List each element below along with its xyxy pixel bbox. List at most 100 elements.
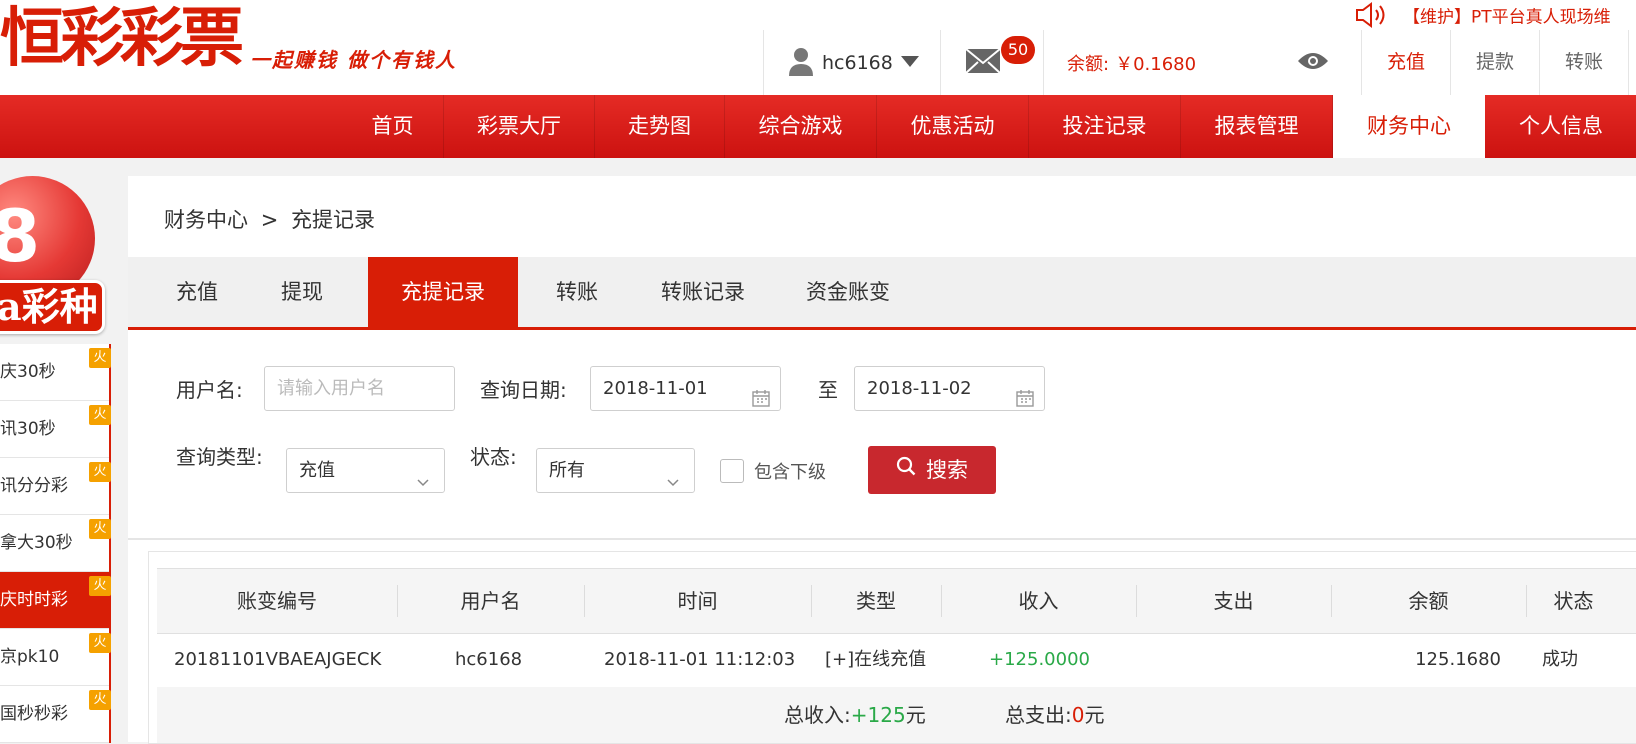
- cell-balance: 125.1680: [1415, 649, 1501, 670]
- list-item[interactable]: 讯分分彩 火: [0, 458, 111, 515]
- total-expense-unit: 元: [1084, 703, 1105, 727]
- fire-icon: 火: [89, 405, 111, 425]
- divider: [1043, 30, 1044, 95]
- main-panel: 财务中心 > 充提记录 充值 提现 充提记录 转账 转账记录 资金账变 用户名:…: [128, 176, 1636, 744]
- lottery-sidebar: 8 a彩种 庆30秒火 讯30秒火 讯分分彩火 拿大30秒火 庆时时彩火 京pk…: [0, 176, 111, 743]
- chevron-down-icon: [416, 462, 430, 505]
- finance-tabs: 充值 提现 充提记录 转账 转账记录 资金账变: [128, 257, 1636, 330]
- total-income-value: +125: [850, 703, 906, 727]
- mail-count-badge: 50: [1001, 36, 1035, 64]
- nav-lottery-hall[interactable]: 彩票大厅: [444, 95, 595, 158]
- records-table: 账变编号 用户名 时间 类型 收入 支出 余额 状态 20181101VBAEA…: [148, 551, 1636, 744]
- list-item[interactable]: 国秒秒彩 火: [0, 686, 111, 743]
- toggle-balance-button[interactable]: [1297, 30, 1329, 95]
- site-logo[interactable]: 恒彩彩票: [0, 4, 244, 74]
- search-button[interactable]: 搜索: [868, 446, 996, 494]
- username-filter-label: 用户名:: [176, 378, 243, 402]
- table-row[interactable]: 20181101VBAEAJGECK hc6168 2018-11-01 11:…: [157, 633, 1636, 687]
- nav-bet-records[interactable]: 投注记录: [1029, 95, 1181, 158]
- cell-income: +125.0000: [989, 649, 1090, 670]
- deposit-link[interactable]: 充值: [1362, 30, 1450, 95]
- col-balance: 余额: [1408, 589, 1449, 613]
- nav-finance-center[interactable]: 财务中心: [1333, 95, 1485, 158]
- divider: [128, 538, 1636, 540]
- nav-promotions[interactable]: 优惠活动: [877, 95, 1029, 158]
- user-menu[interactable]: hc6168: [788, 30, 919, 95]
- list-item[interactable]: 讯30秒 火: [0, 401, 111, 458]
- total-expense-label: 总支出:: [1005, 703, 1072, 727]
- mail-button[interactable]: [965, 30, 1001, 95]
- table-header: 账变编号 用户名 时间 类型 收入 支出 余额 状态: [157, 568, 1636, 634]
- date-to-input[interactable]: 2018-11-02: [854, 366, 1045, 411]
- calendar-icon: [1016, 380, 1034, 423]
- lottery-name: 庆时时彩: [0, 590, 68, 610]
- col-type: 类型: [856, 589, 896, 613]
- divider: [763, 30, 764, 95]
- table-summary: 总收入:+125元 总支出:0元: [157, 687, 1636, 743]
- mail-icon: [965, 47, 1001, 78]
- withdraw-link[interactable]: 提款: [1451, 30, 1539, 95]
- tab-transfer[interactable]: 转账: [528, 257, 626, 327]
- col-time: 时间: [677, 589, 718, 613]
- tab-fund-changes[interactable]: 资金账变: [783, 257, 913, 327]
- speaker-icon: [1355, 2, 1389, 33]
- nav-trend-chart[interactable]: 走势图: [595, 95, 725, 158]
- chevron-down-icon: [666, 462, 680, 505]
- ball-number: 8: [0, 194, 41, 278]
- fire-icon: 火: [89, 462, 111, 482]
- lottery-category-badge: a彩种: [0, 280, 105, 334]
- username-label: hc6168: [822, 51, 893, 74]
- tab-transaction-records[interactable]: 充提记录: [368, 257, 518, 327]
- date-from-value: 2018-11-01: [603, 378, 708, 399]
- lottery-name: 拿大30秒: [0, 533, 73, 553]
- total-income-unit: 元: [905, 703, 926, 727]
- fire-icon: 火: [89, 348, 111, 368]
- search-icon: [896, 445, 916, 493]
- lottery-name: 庆30秒: [0, 362, 56, 382]
- balance-value: ￥0.1680: [1115, 53, 1197, 75]
- top-header: 恒彩彩票 一起赚钱 做个有钱人 【维护】PT平台真人现场维 hc6168 50 …: [0, 0, 1636, 95]
- eye-icon: [1297, 51, 1329, 75]
- date-range-to-label: 至: [818, 378, 838, 402]
- list-item[interactable]: 京pk10 火: [0, 629, 111, 686]
- nav-reports[interactable]: 报表管理: [1181, 95, 1333, 158]
- breadcrumb-current: 充提记录: [290, 208, 375, 232]
- breadcrumb-root[interactable]: 财务中心: [164, 208, 248, 232]
- username-input[interactable]: 请输入用户名: [264, 366, 455, 411]
- nav-games[interactable]: 综合游戏: [725, 95, 877, 158]
- nav-profile[interactable]: 个人信息: [1486, 95, 1636, 158]
- breadcrumb: 财务中心 > 充提记录: [164, 204, 375, 234]
- list-item[interactable]: 拿大30秒火: [0, 515, 111, 572]
- include-subordinates-checkbox[interactable]: [720, 459, 744, 483]
- list-item-active[interactable]: 庆时时彩 火: [0, 572, 111, 629]
- lottery-name: 京pk10: [0, 647, 60, 667]
- cell-username: hc6168: [455, 649, 523, 670]
- date-from-input[interactable]: 2018-11-01: [590, 366, 781, 411]
- cell-type: [+]在线充值: [825, 649, 927, 670]
- divider: [1628, 30, 1629, 95]
- transfer-link[interactable]: 转账: [1540, 30, 1628, 95]
- type-select[interactable]: 充值: [286, 448, 445, 493]
- total-expense: 总支出:0元: [1005, 687, 1104, 743]
- type-select-value: 充值: [299, 460, 335, 481]
- balance-display: 余额: ￥0.1680: [1067, 30, 1196, 95]
- col-expense: 支出: [1213, 589, 1254, 613]
- tab-withdraw[interactable]: 提现: [253, 257, 351, 327]
- site-slogan: 一起赚钱 做个有钱人: [250, 48, 457, 72]
- balance-label: 余额:: [1067, 53, 1110, 75]
- search-button-label: 搜索: [926, 458, 968, 482]
- col-status: 状态: [1553, 589, 1594, 613]
- cell-status: 成功: [1542, 649, 1578, 670]
- tab-deposit[interactable]: 充值: [148, 257, 246, 327]
- total-expense-value: 0: [1071, 703, 1085, 727]
- col-income: 收入: [1018, 589, 1059, 613]
- fire-icon: 火: [89, 633, 111, 653]
- status-select-value: 所有: [549, 460, 585, 481]
- notice-bar[interactable]: 【维护】PT平台真人现场维: [1355, 2, 1611, 33]
- col-transaction-id: 账变编号: [237, 589, 317, 613]
- tab-transfer-records[interactable]: 转账记录: [638, 257, 768, 327]
- nav-home[interactable]: 首页: [342, 95, 444, 158]
- status-select[interactable]: 所有: [536, 448, 695, 493]
- list-item[interactable]: 庆30秒 火: [0, 344, 111, 401]
- notice-text: 【维护】PT平台真人现场维: [1403, 7, 1611, 28]
